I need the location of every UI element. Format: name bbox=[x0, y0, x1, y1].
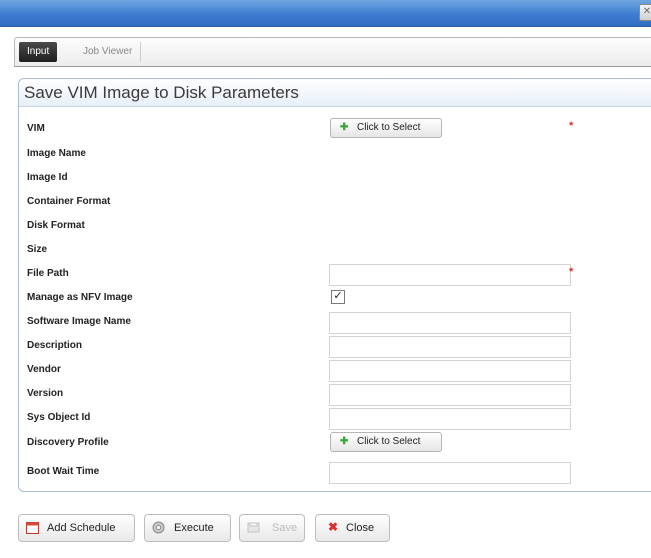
required-icon: * bbox=[569, 120, 574, 132]
save-label: Save bbox=[272, 522, 298, 534]
row-description: Description bbox=[19, 335, 651, 359]
manage-nfv-checkbox[interactable]: ✓ bbox=[331, 290, 345, 304]
discovery-profile-select-label: Click to Select bbox=[357, 436, 421, 447]
version-label: Version bbox=[27, 388, 64, 399]
close-label: Close bbox=[346, 522, 375, 534]
tab-bar: Input Job Viewer bbox=[14, 37, 651, 67]
vim-label: VIM bbox=[27, 123, 45, 134]
discovery-profile-select-button[interactable]: ✚ Click to Select bbox=[330, 432, 442, 452]
add-schedule-button[interactable]: Add Schedule bbox=[18, 514, 135, 542]
dialog-titlebar: ✕ bbox=[0, 0, 651, 27]
required-icon: * bbox=[569, 266, 574, 278]
manage-nfv-label: Manage as NFV Image bbox=[27, 292, 133, 303]
boot-wait-time-label: Boot Wait Time bbox=[27, 466, 100, 477]
software-image-name-label: Software Image Name bbox=[27, 316, 131, 327]
execute-label: Execute bbox=[174, 522, 214, 534]
row-manage-nfv: Manage as NFV Image ✓ bbox=[19, 287, 651, 311]
row-container-format: Container Format bbox=[19, 191, 651, 215]
save-icon bbox=[247, 522, 260, 533]
size-label: Size bbox=[27, 244, 48, 255]
discovery-profile-label: Discovery Profile bbox=[27, 437, 109, 448]
version-input[interactable] bbox=[329, 384, 571, 406]
row-vim: VIM ✚ Click to Select * bbox=[19, 118, 651, 142]
row-image-name: Image Name bbox=[19, 143, 651, 167]
software-image-name-input[interactable] bbox=[329, 312, 571, 334]
close-button[interactable]: ✖ Close bbox=[315, 514, 390, 542]
panel-header: Save VIM Image to Disk Parameters bbox=[19, 79, 651, 107]
image-id-label: Image Id bbox=[27, 172, 68, 183]
execute-button[interactable]: Execute bbox=[144, 514, 231, 542]
description-label: Description bbox=[27, 340, 83, 351]
tab-job-viewer[interactable]: Job Viewer bbox=[75, 42, 142, 62]
description-input[interactable] bbox=[329, 336, 571, 358]
save-button[interactable]: Save bbox=[239, 514, 305, 542]
panel-title: Save VIM Image to Disk Parameters bbox=[24, 83, 299, 102]
image-name-label: Image Name bbox=[27, 148, 86, 159]
file-path-label: File Path bbox=[27, 268, 69, 279]
row-size: Size bbox=[19, 239, 651, 263]
boot-wait-time-input[interactable] bbox=[329, 462, 571, 484]
row-boot-wait-time: Boot Wait Time bbox=[19, 461, 651, 485]
disk-format-label: Disk Format bbox=[27, 220, 85, 231]
row-image-id: Image Id bbox=[19, 167, 651, 191]
close-x-icon: ✖ bbox=[328, 520, 339, 534]
file-path-input[interactable] bbox=[329, 264, 571, 286]
row-disk-format: Disk Format bbox=[19, 215, 651, 239]
sys-object-id-label: Sys Object Id bbox=[27, 412, 91, 423]
vim-select-button[interactable]: ✚ Click to Select bbox=[330, 118, 442, 138]
row-version: Version bbox=[19, 383, 651, 407]
vendor-input[interactable] bbox=[329, 360, 571, 382]
row-file-path: File Path * bbox=[19, 263, 651, 287]
container-format-label: Container Format bbox=[27, 196, 111, 207]
gear-icon bbox=[152, 521, 165, 534]
row-discovery-profile: Discovery Profile ✚ Click to Select bbox=[19, 432, 651, 456]
row-vendor: Vendor bbox=[19, 359, 651, 383]
tab-input[interactable]: Input bbox=[19, 42, 58, 62]
row-software-image-name: Software Image Name bbox=[19, 311, 651, 335]
plus-icon: ✚ bbox=[340, 436, 349, 447]
vendor-label: Vendor bbox=[27, 364, 61, 375]
vim-select-label: Click to Select bbox=[357, 122, 421, 133]
sys-object-id-input[interactable] bbox=[329, 408, 571, 430]
row-sys-object-id: Sys Object Id bbox=[19, 407, 651, 431]
plus-icon: ✚ bbox=[340, 122, 349, 133]
calendar-icon bbox=[26, 522, 39, 534]
add-schedule-label: Add Schedule bbox=[47, 522, 116, 534]
window-close-button[interactable]: ✕ bbox=[639, 4, 651, 21]
parameters-panel: Save VIM Image to Disk Parameters VIM ✚ … bbox=[18, 78, 651, 492]
